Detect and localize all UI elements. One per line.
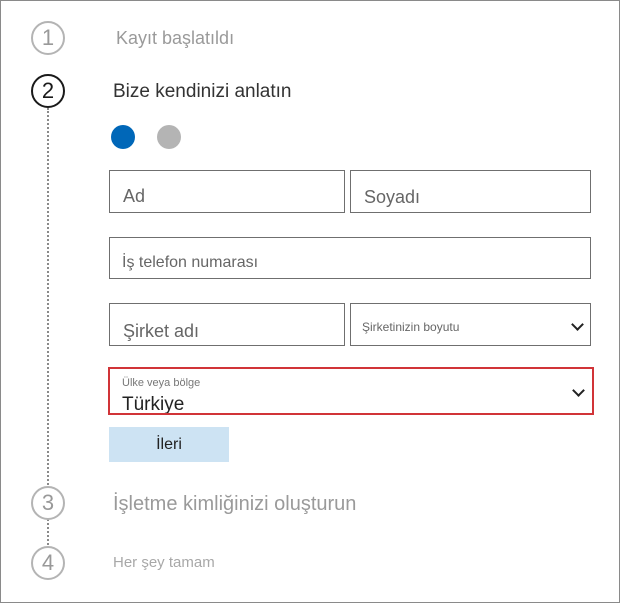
business-phone-placeholder: İş telefon numarası xyxy=(122,254,259,271)
company-size-select[interactable]: Şirketinizin boyutu xyxy=(350,303,591,346)
last-name-placeholder: Soyadı xyxy=(364,187,421,207)
country-select[interactable]: Ülke veya bölge Türkiye xyxy=(108,367,594,415)
signup-panel: 1 Kayıt başlatıldı 2 Bize kendinizi anla… xyxy=(0,0,620,603)
progress-dot-inactive xyxy=(157,125,181,149)
progress-dot-active xyxy=(111,125,135,149)
step-4-circle: 4 xyxy=(31,546,65,580)
company-name-placeholder: Şirket adı xyxy=(123,321,200,341)
company-name-field[interactable]: Şirket adı xyxy=(109,303,345,346)
step-2-title: Bize kendinizi anlatın xyxy=(113,81,292,102)
business-phone-field[interactable]: İş telefon numarası xyxy=(109,237,591,279)
step-1-circle: 1 xyxy=(31,21,65,55)
chevron-down-icon xyxy=(571,318,584,331)
step-1-number: 1 xyxy=(41,25,55,50)
step-3-circle: 3 xyxy=(31,486,65,520)
country-value: Türkiye xyxy=(122,394,185,415)
next-button-label: İleri xyxy=(156,435,182,453)
step-3-title: İşletme kimliğinizi oluşturun xyxy=(113,493,357,515)
step-4-title: Her şey tamam xyxy=(113,554,215,571)
step-2-circle: 2 xyxy=(31,74,65,108)
step-4-number: 4 xyxy=(41,550,55,575)
first-name-placeholder: Ad xyxy=(123,186,146,206)
next-button[interactable]: İleri xyxy=(109,427,229,462)
step-1-title: Kayıt başlatıldı xyxy=(116,28,235,48)
chevron-down-icon xyxy=(572,384,585,397)
step-2-number: 2 xyxy=(41,78,55,103)
last-name-field[interactable]: Soyadı xyxy=(350,170,591,213)
first-name-field[interactable]: Ad xyxy=(109,170,345,213)
company-size-placeholder: Şirketinizin boyutu xyxy=(362,320,460,334)
country-label: Ülke veya bölge xyxy=(122,377,201,389)
step-3-number: 3 xyxy=(41,490,55,515)
